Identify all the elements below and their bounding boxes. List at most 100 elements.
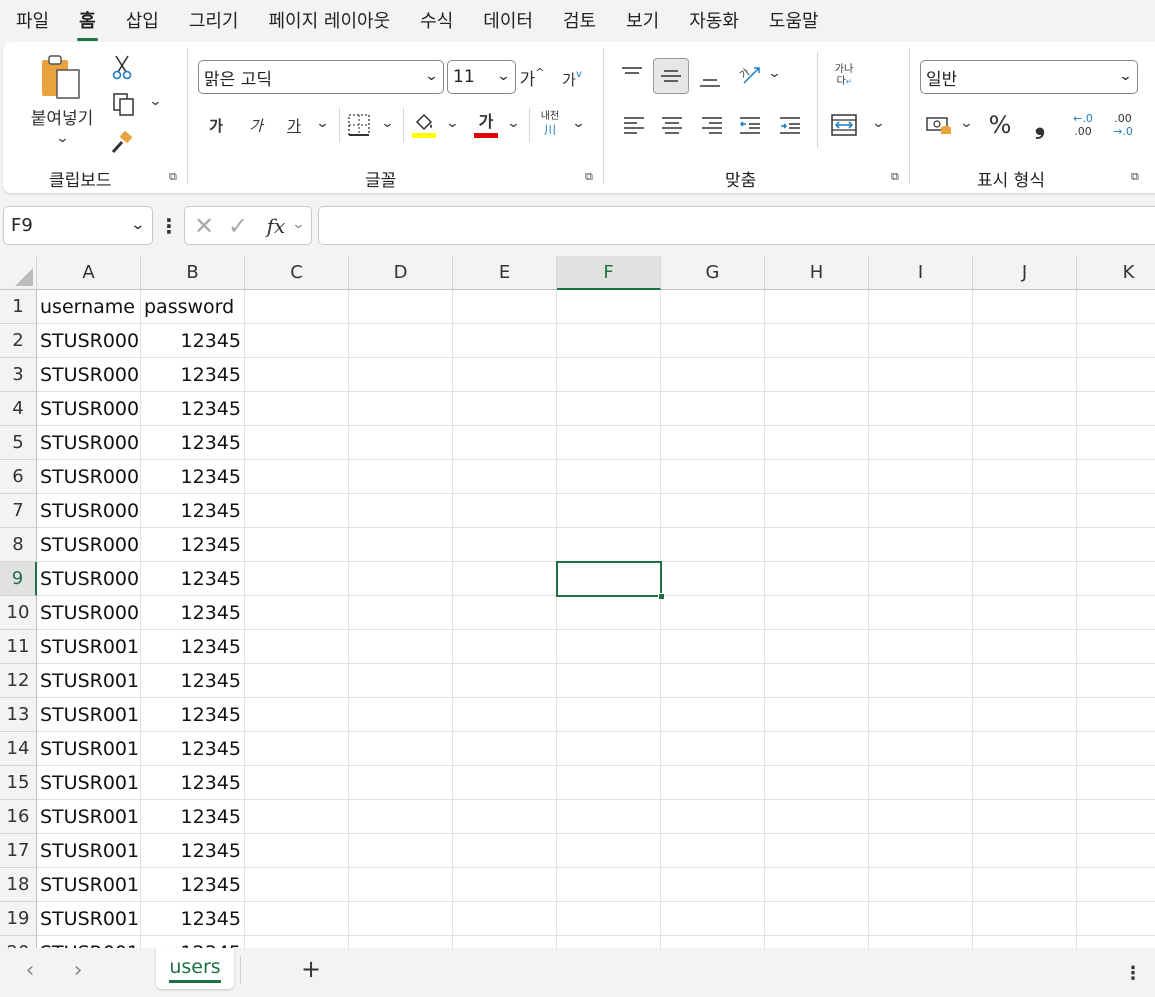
cell-h18[interactable]: [765, 868, 869, 902]
copy-button[interactable]: [107, 90, 141, 120]
cell-f14[interactable]: [557, 732, 661, 766]
cell-g2[interactable]: [661, 324, 765, 358]
borders-dropdown-icon[interactable]: ⌄: [380, 116, 394, 131]
cell-j10[interactable]: [973, 596, 1077, 630]
cell-i7[interactable]: [869, 494, 973, 528]
cell-d13[interactable]: [349, 698, 453, 732]
cell-h15[interactable]: [765, 766, 869, 800]
cell-d10[interactable]: [349, 596, 453, 630]
borders-button[interactable]: [345, 110, 373, 140]
cell-d4[interactable]: [349, 392, 453, 426]
cell-e16[interactable]: [453, 800, 557, 834]
cell-h8[interactable]: [765, 528, 869, 562]
cell-j6[interactable]: [973, 460, 1077, 494]
align-top-button[interactable]: [617, 60, 647, 90]
cell-d5[interactable]: [349, 426, 453, 460]
cell-j1[interactable]: [973, 290, 1077, 324]
cell-j3[interactable]: [973, 358, 1077, 392]
row-header[interactable]: 17: [0, 834, 37, 868]
cell-k2[interactable]: [1077, 324, 1155, 358]
cell-e4[interactable]: [453, 392, 557, 426]
cell-i15[interactable]: [869, 766, 973, 800]
cell-b5[interactable]: 12345: [141, 426, 245, 460]
cell-i11[interactable]: [869, 630, 973, 664]
cell-e1[interactable]: [453, 290, 557, 324]
cell-a12[interactable]: STUSR001: [37, 664, 141, 698]
cell-c13[interactable]: [245, 698, 349, 732]
cell-e13[interactable]: [453, 698, 557, 732]
cell-h20[interactable]: [765, 936, 869, 948]
cell-f2[interactable]: [557, 324, 661, 358]
cell-k15[interactable]: [1077, 766, 1155, 800]
cell-f17[interactable]: [557, 834, 661, 868]
cell-f10[interactable]: [557, 596, 661, 630]
decrease-decimal-button[interactable]: .00 →.0: [1105, 108, 1141, 142]
row-header[interactable]: 14: [0, 732, 37, 766]
tab-10[interactable]: 도움말: [769, 7, 819, 33]
increase-indent-button[interactable]: [775, 110, 805, 140]
cell-j13[interactable]: [973, 698, 1077, 732]
row-header[interactable]: 20: [0, 936, 37, 948]
row-header[interactable]: 13: [0, 698, 37, 732]
cell-i16[interactable]: [869, 800, 973, 834]
row-header[interactable]: 12: [0, 664, 37, 698]
cell-k19[interactable]: [1077, 902, 1155, 936]
cell-e3[interactable]: [453, 358, 557, 392]
cell-c2[interactable]: [245, 324, 349, 358]
cell-e7[interactable]: [453, 494, 557, 528]
cell-g10[interactable]: [661, 596, 765, 630]
tab-8[interactable]: 보기: [626, 7, 659, 33]
cell-c4[interactable]: [245, 392, 349, 426]
cell-j5[interactable]: [973, 426, 1077, 460]
cell-d19[interactable]: [349, 902, 453, 936]
cell-c1[interactable]: [245, 290, 349, 324]
cell-b3[interactable]: 12345: [141, 358, 245, 392]
cell-e6[interactable]: [453, 460, 557, 494]
cell-b9[interactable]: 12345: [141, 562, 245, 596]
cell-k5[interactable]: [1077, 426, 1155, 460]
cell-a15[interactable]: STUSR001: [37, 766, 141, 800]
cell-d2[interactable]: [349, 324, 453, 358]
italic-button[interactable]: 가: [243, 110, 269, 140]
column-header-f[interactable]: F: [557, 256, 661, 290]
cell-d20[interactable]: [349, 936, 453, 948]
row-header[interactable]: 4: [0, 392, 37, 426]
column-header-e[interactable]: E: [453, 256, 557, 290]
tab-7[interactable]: 검토: [563, 7, 596, 33]
select-all-button[interactable]: [0, 256, 37, 290]
cell-f15[interactable]: [557, 766, 661, 800]
accounting-dropdown-icon[interactable]: ⌄: [959, 116, 973, 131]
cell-e15[interactable]: [453, 766, 557, 800]
spreadsheet-grid[interactable]: A B C D E F G H I J K 1 username password 2 STUSR000 123…: [0, 256, 1155, 948]
cell-c15[interactable]: [245, 766, 349, 800]
cell-g8[interactable]: [661, 528, 765, 562]
cell-c3[interactable]: [245, 358, 349, 392]
cell-j12[interactable]: [973, 664, 1077, 698]
cell-f18[interactable]: [557, 868, 661, 902]
align-bottom-button[interactable]: [695, 64, 725, 94]
tab-5[interactable]: 수식: [420, 7, 453, 33]
font-color-dropdown-icon[interactable]: ⌄: [506, 116, 520, 131]
cell-g18[interactable]: [661, 868, 765, 902]
cell-g19[interactable]: [661, 902, 765, 936]
cell-d16[interactable]: [349, 800, 453, 834]
cell-i18[interactable]: [869, 868, 973, 902]
cell-b1[interactable]: password: [141, 290, 245, 324]
cell-b7[interactable]: 12345: [141, 494, 245, 528]
tab-9[interactable]: 자동화: [689, 7, 739, 33]
cell-a10[interactable]: STUSR000: [37, 596, 141, 630]
cell-a3[interactable]: STUSR000: [37, 358, 141, 392]
cell-c7[interactable]: [245, 494, 349, 528]
row-header[interactable]: 10: [0, 596, 37, 630]
cell-b4[interactable]: 12345: [141, 392, 245, 426]
cell-c6[interactable]: [245, 460, 349, 494]
cell-k10[interactable]: [1077, 596, 1155, 630]
orientation-dropdown-icon[interactable]: ⌄: [767, 66, 781, 81]
cell-c18[interactable]: [245, 868, 349, 902]
cell-j20[interactable]: [973, 936, 1077, 948]
paste-button[interactable]: 붙여넣기 ⌄: [23, 52, 101, 158]
cell-j15[interactable]: [973, 766, 1077, 800]
cell-d17[interactable]: [349, 834, 453, 868]
column-header-b[interactable]: B: [141, 256, 245, 290]
tab-6[interactable]: 데이터: [483, 7, 533, 33]
